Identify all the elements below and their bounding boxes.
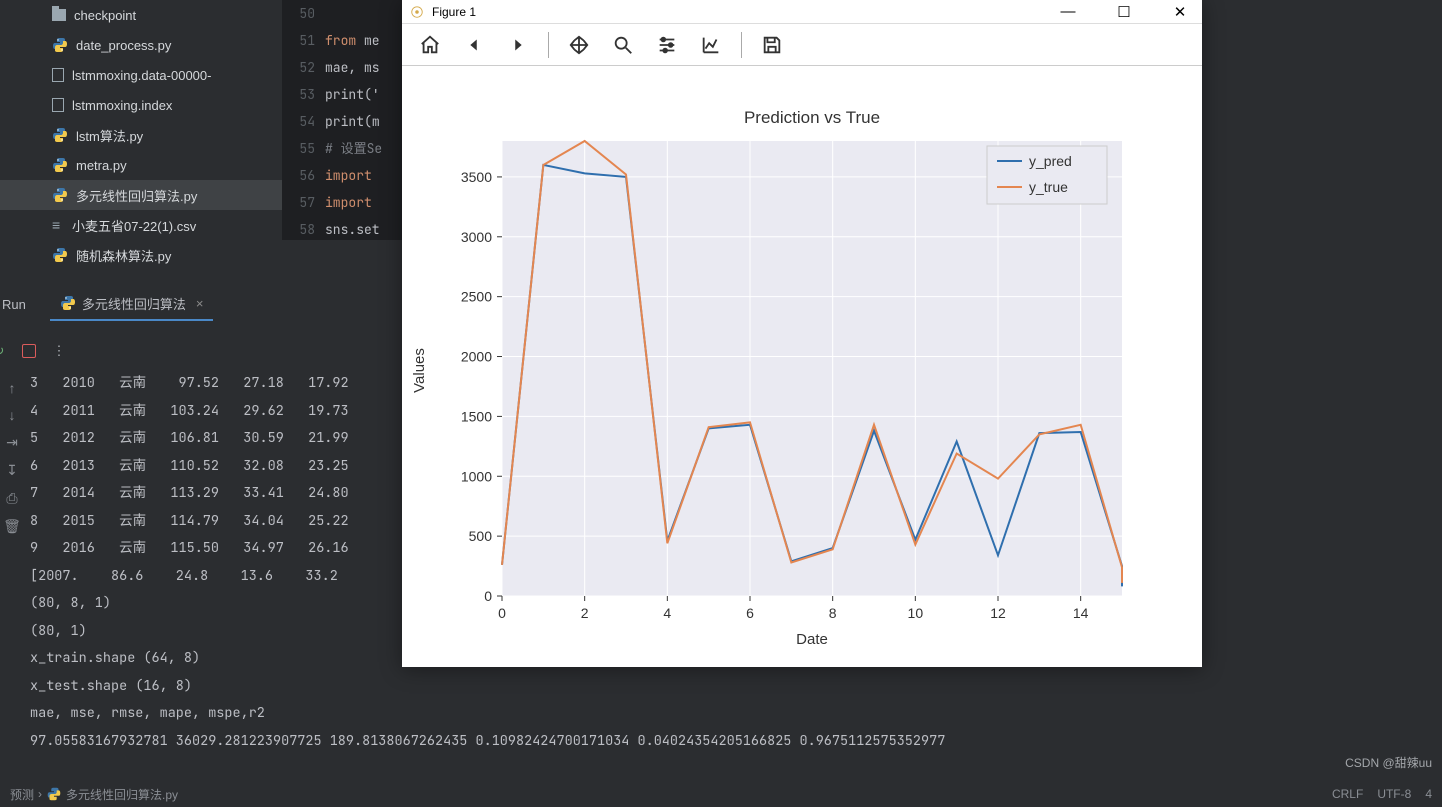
svg-text:0: 0 [484, 588, 492, 604]
file-item[interactable]: 小麦五省07-22(1).csv [0, 210, 282, 240]
svg-text:y_pred: y_pred [1029, 153, 1072, 169]
scroll-icon[interactable]: ↧ [6, 462, 18, 479]
file-name: lstmmoxing.data-00000- [72, 68, 211, 83]
wrap-icon[interactable]: ⇥ [6, 434, 18, 451]
svg-text:0: 0 [498, 605, 506, 621]
file-icon [52, 98, 64, 112]
svg-text:1500: 1500 [461, 408, 492, 424]
back-icon[interactable] [458, 29, 490, 61]
more-icon[interactable]: ⋮ [48, 340, 70, 362]
breadcrumb-file[interactable]: 多元线性回归算法.py [66, 786, 178, 803]
file-name: 随机森林算法.py [76, 246, 171, 265]
maximize-icon[interactable]: ☐ [1110, 3, 1138, 21]
up-icon[interactable]: ↑ [9, 380, 16, 396]
close-icon[interactable]: × [196, 296, 204, 311]
file-item[interactable]: 随机森林算法.py [0, 240, 282, 268]
encoding[interactable]: UTF-8 [1377, 787, 1411, 801]
file-item[interactable]: lstmmoxing.index [0, 90, 282, 120]
folder-icon [52, 9, 66, 21]
down-icon[interactable]: ↓ [9, 407, 16, 423]
file-item[interactable]: date_process.py [0, 30, 282, 60]
svg-text:4: 4 [663, 605, 671, 621]
svg-text:2: 2 [581, 605, 589, 621]
file-icon [52, 68, 64, 82]
python-icon [47, 787, 61, 801]
axes-icon[interactable] [695, 29, 727, 61]
figure-app-icon [410, 5, 424, 19]
svg-text:3500: 3500 [461, 169, 492, 185]
svg-text:1000: 1000 [461, 468, 492, 484]
svg-text:y_true: y_true [1029, 179, 1068, 195]
python-icon [52, 187, 68, 203]
csv-icon [52, 218, 64, 232]
file-name: lstm算法.py [76, 126, 143, 145]
file-name: date_process.py [76, 38, 171, 53]
file-item[interactable]: lstm算法.py [0, 120, 282, 150]
zoom-icon[interactable] [607, 29, 639, 61]
python-icon [52, 127, 68, 143]
svg-text:8: 8 [829, 605, 837, 621]
file-name: lstmmoxing.index [72, 98, 172, 113]
python-icon [60, 295, 76, 311]
file-name: checkpoint [74, 8, 136, 23]
svg-text:2000: 2000 [461, 349, 492, 365]
file-item[interactable]: checkpoint [0, 0, 282, 30]
file-name: 小麦五省07-22(1).csv [72, 216, 196, 235]
print-icon[interactable]: ⎙ [6, 490, 17, 507]
rerun-icon[interactable]: ↻ [0, 340, 10, 362]
svg-text:Prediction vs True: Prediction vs True [744, 108, 880, 127]
run-tab-active[interactable]: 多元线性回归算法 × [50, 288, 214, 321]
configure-icon[interactable] [651, 29, 683, 61]
home-icon[interactable] [414, 29, 446, 61]
minimize-icon[interactable]: — [1054, 3, 1082, 21]
pan-icon[interactable] [563, 29, 595, 61]
close-window-icon[interactable]: ✕ [1166, 3, 1194, 21]
file-tree: checkpoint date_process.py lstmmoxing.data… [0, 0, 282, 268]
svg-text:Date: Date [796, 631, 828, 648]
svg-text:10: 10 [908, 605, 924, 621]
python-icon [52, 37, 68, 53]
trash-icon[interactable]: 🗑 [3, 518, 21, 535]
indent[interactable]: 4 [1425, 787, 1432, 801]
svg-text:3000: 3000 [461, 229, 492, 245]
svg-text:500: 500 [469, 528, 493, 544]
svg-text:12: 12 [990, 605, 1006, 621]
figure-title: Figure 1 [432, 5, 476, 19]
figure-toolbar [402, 24, 1202, 66]
status-bar: 预测 › 多元线性回归算法.py CRLF UTF-8 4 [0, 781, 1442, 807]
figure-canvas: 0 2 4 6 8 10 12 14 0 500 1000 1500 2000 2500 3000 3500 P… [402, 66, 1202, 666]
figure-titlebar: Figure 1 — ☐ ✕ [402, 0, 1202, 24]
file-item[interactable]: 多元线性回归算法.py [0, 180, 282, 210]
save-icon[interactable] [756, 29, 788, 61]
python-icon [52, 247, 68, 263]
svg-text:2500: 2500 [461, 289, 492, 305]
svg-text:6: 6 [746, 605, 754, 621]
run-tab-label: 多元线性回归算法 [82, 294, 186, 313]
run-panel-label: Run [2, 297, 26, 312]
console-side-gutter: ↑ ↓ ⇥ ↧ ⎙ 🗑 [0, 380, 24, 535]
breadcrumb-root[interactable]: 预测 [10, 786, 34, 803]
code-editor: 50 51 52 53 54 55 56 57 58 from me mae, … [282, 0, 412, 240]
svg-text:Values: Values [411, 348, 428, 393]
file-item[interactable]: metra.py [0, 150, 282, 180]
stop-button[interactable] [18, 340, 40, 362]
file-name: 多元线性回归算法.py [76, 186, 197, 205]
breadcrumb-separator: › [38, 787, 42, 801]
forward-icon[interactable] [502, 29, 534, 61]
file-name: metra.py [76, 158, 127, 173]
svg-text:14: 14 [1073, 605, 1089, 621]
file-item[interactable]: lstmmoxing.data-00000- [0, 60, 282, 90]
watermark: CSDN @甜辣uu [1345, 754, 1432, 771]
figure-window: Figure 1 — ☐ ✕ 0 2 4 6 8 10 12 14 0 500 1000 1500 20… [402, 0, 1202, 667]
python-icon [52, 157, 68, 173]
line-ending[interactable]: CRLF [1332, 787, 1363, 801]
